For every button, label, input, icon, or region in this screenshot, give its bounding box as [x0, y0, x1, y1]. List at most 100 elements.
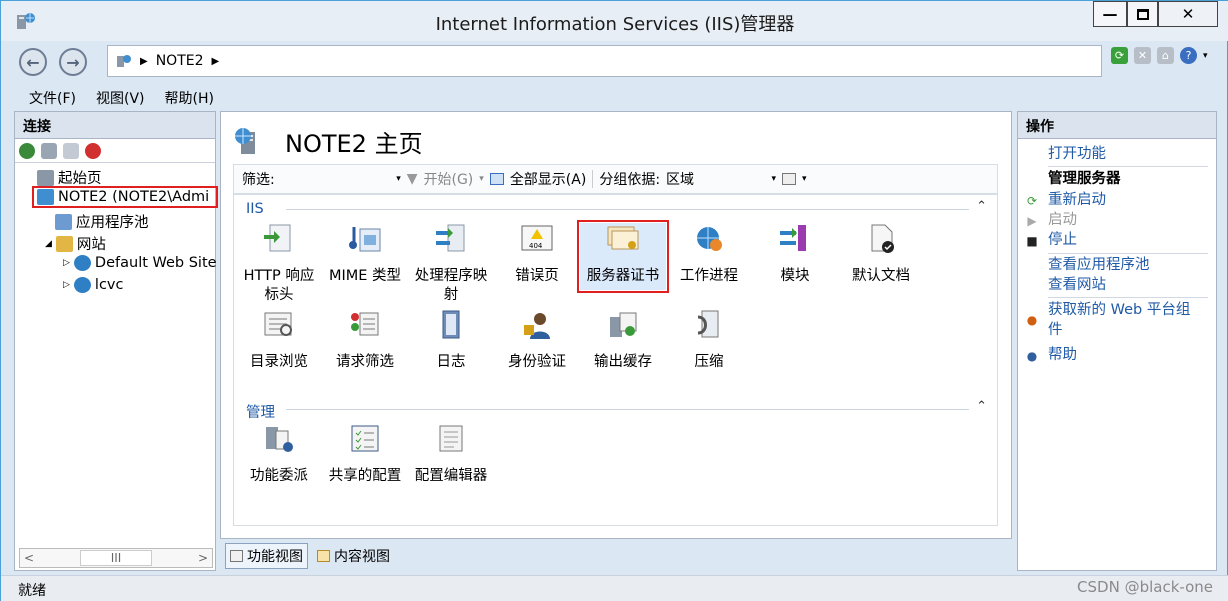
- feature-label: 日志: [436, 354, 466, 370]
- action-get-web-platform[interactable]: 获取新的 Web 平台组 件: [1048, 300, 1208, 340]
- feature-server-certificates[interactable]: 服务器证书: [577, 220, 669, 293]
- start-icon: ▶: [1027, 214, 1037, 228]
- breadcrumb-item[interactable]: NOTE2: [156, 53, 204, 69]
- menu-view[interactable]: 视图(V): [96, 88, 145, 108]
- feature-directory-browsing[interactable]: 目录浏览: [236, 309, 322, 372]
- action-restart[interactable]: 重新启动: [1048, 190, 1106, 210]
- server-icon: [37, 189, 54, 205]
- group-by-value: 区域: [666, 172, 695, 188]
- configuration-editor-icon: [439, 425, 463, 452]
- error-pages-icon: 404: [521, 225, 553, 251]
- tree-item-start-page[interactable]: 起始页: [37, 167, 102, 188]
- group-header-management[interactable]: 管理: [246, 401, 275, 422]
- refresh-icon[interactable]: ⟳: [1111, 47, 1128, 64]
- feature-handler-mappings[interactable]: 处理程序映 射: [408, 223, 494, 305]
- chevron-down-icon: ▾: [771, 174, 777, 184]
- forward-button[interactable]: →: [59, 48, 87, 76]
- feature-label: HTTP 响应 标头: [243, 268, 315, 303]
- group-by-select[interactable]: 区域 ▾: [666, 169, 776, 189]
- address-bar[interactable]: ▶ NOTE2 ▶: [107, 45, 1102, 77]
- action-view-app-pools[interactable]: 查看应用程序池: [1048, 255, 1150, 275]
- breadcrumb-separator-icon: ▶: [211, 55, 220, 67]
- tree-item-default-web-site[interactable]: ▷ Default Web Site: [63, 255, 217, 271]
- feature-output-caching[interactable]: 输出缓存: [580, 309, 666, 372]
- tab-label: 功能视图: [247, 549, 303, 565]
- features-view-icon: [230, 550, 243, 562]
- maximize-button[interactable]: [1127, 1, 1158, 27]
- feature-modules[interactable]: 模块: [752, 223, 838, 286]
- feature-mime-types[interactable]: MIME 类型: [322, 223, 408, 286]
- start-filter-button[interactable]: 开始(G): [424, 169, 474, 189]
- expand-icon[interactable]: ◢: [45, 239, 52, 249]
- feature-shared-configuration[interactable]: 共享的配置: [322, 423, 408, 486]
- chevron-down-icon[interactable]: ▾: [1203, 51, 1208, 61]
- connections-toolbar: [15, 139, 215, 163]
- save-icon[interactable]: [41, 142, 57, 159]
- authentication-icon: [524, 313, 550, 339]
- disconnect-icon[interactable]: [85, 142, 101, 159]
- main-panel: NOTE2 主页 筛选: ▾ ▼ 开始(G) ▾ 全部显示(A) 分组依据: 区…: [220, 111, 1012, 539]
- collapse-iis-icon[interactable]: ⌃: [976, 199, 987, 214]
- back-button[interactable]: ←: [19, 48, 47, 76]
- collapse-management-icon[interactable]: ⌃: [976, 399, 987, 414]
- horizontal-scrollbar[interactable]: < III >: [19, 548, 213, 568]
- feature-feature-delegation[interactable]: 功能委派: [236, 423, 322, 486]
- tree-item-app-pools[interactable]: 应用程序池: [55, 211, 149, 232]
- action-stop[interactable]: 停止: [1048, 230, 1077, 250]
- stop-icon[interactable]: ✕: [1134, 47, 1151, 64]
- feature-label: 压缩: [694, 354, 724, 370]
- minimize-button[interactable]: —: [1093, 1, 1127, 27]
- directory-browsing-icon: [264, 312, 292, 336]
- server-certificates-icon: [607, 226, 639, 250]
- tree-item-sites[interactable]: ◢ 网站: [45, 233, 106, 254]
- chevron-down-icon[interactable]: ▾: [802, 174, 807, 184]
- feature-label: 配置编辑器: [414, 468, 488, 484]
- feature-label: 目录浏览: [250, 354, 308, 370]
- page-header: NOTE2 主页: [233, 124, 423, 159]
- connect-icon[interactable]: [19, 142, 35, 159]
- scroll-left-icon[interactable]: <: [24, 551, 34, 565]
- show-all-button[interactable]: 全部显示(A): [510, 169, 587, 189]
- feature-error-pages[interactable]: 404 错误页: [494, 223, 580, 286]
- group-header-iis[interactable]: IIS: [246, 201, 264, 217]
- view-options-icon[interactable]: [782, 173, 797, 185]
- tab-content-view[interactable]: 内容视图: [312, 543, 395, 569]
- feature-label: 服务器证书: [586, 268, 660, 284]
- tree-item-lcvc[interactable]: ▷ lcvc: [63, 277, 123, 293]
- scroll-thumb[interactable]: III: [79, 550, 153, 566]
- actions-divider: [1048, 253, 1208, 254]
- tree-item-server[interactable]: NOTE2 (NOTE2\Admi: [32, 186, 218, 208]
- menu-help[interactable]: 帮助(H): [165, 88, 214, 108]
- feature-compression[interactable]: 压缩: [666, 309, 752, 372]
- feature-http-headers[interactable]: HTTP 响应 标头: [236, 223, 322, 305]
- tree-label: lcvc: [94, 277, 124, 293]
- action-open-feature[interactable]: 打开功能: [1048, 144, 1106, 164]
- expand-icon[interactable]: ▷: [63, 258, 70, 268]
- scroll-right-icon[interactable]: >: [198, 551, 208, 565]
- filter-input[interactable]: ▾: [281, 169, 401, 189]
- group-divider: [286, 409, 969, 410]
- feature-authentication[interactable]: 身份验证: [494, 309, 580, 372]
- feature-label: 错误页: [515, 268, 559, 284]
- tree-label: Default Web Site: [94, 255, 217, 271]
- feature-configuration-editor[interactable]: 配置编辑器: [408, 423, 494, 486]
- feature-logging[interactable]: 日志: [408, 309, 494, 372]
- up-icon[interactable]: [63, 142, 79, 159]
- svg-text:404: 404: [529, 242, 543, 250]
- action-help[interactable]: 帮助: [1048, 345, 1077, 365]
- menu-file[interactable]: 文件(F): [29, 88, 76, 108]
- home-icon[interactable]: ⌂: [1157, 47, 1174, 64]
- close-button[interactable]: ✕: [1158, 1, 1218, 27]
- tab-features-view[interactable]: 功能视图: [225, 543, 308, 569]
- expand-icon[interactable]: ▷: [63, 280, 70, 290]
- view-tabs: 功能视图 内容视图: [225, 543, 395, 569]
- feature-worker-processes[interactable]: 工作进程: [666, 223, 752, 286]
- help-icon[interactable]: ?: [1180, 47, 1197, 64]
- chevron-down-icon[interactable]: ▾: [479, 174, 484, 184]
- action-view-sites[interactable]: 查看网站: [1048, 275, 1106, 295]
- feature-request-filtering[interactable]: 请求筛选: [322, 309, 408, 372]
- menu-bar: 文件(F) 视图(V) 帮助(H): [9, 85, 1221, 111]
- tree-label: 应用程序池: [76, 215, 149, 231]
- nav-toolbar: ⟳ ✕ ⌂ ? ▾: [1111, 47, 1208, 64]
- feature-default-document[interactable]: 默认文档: [838, 223, 924, 286]
